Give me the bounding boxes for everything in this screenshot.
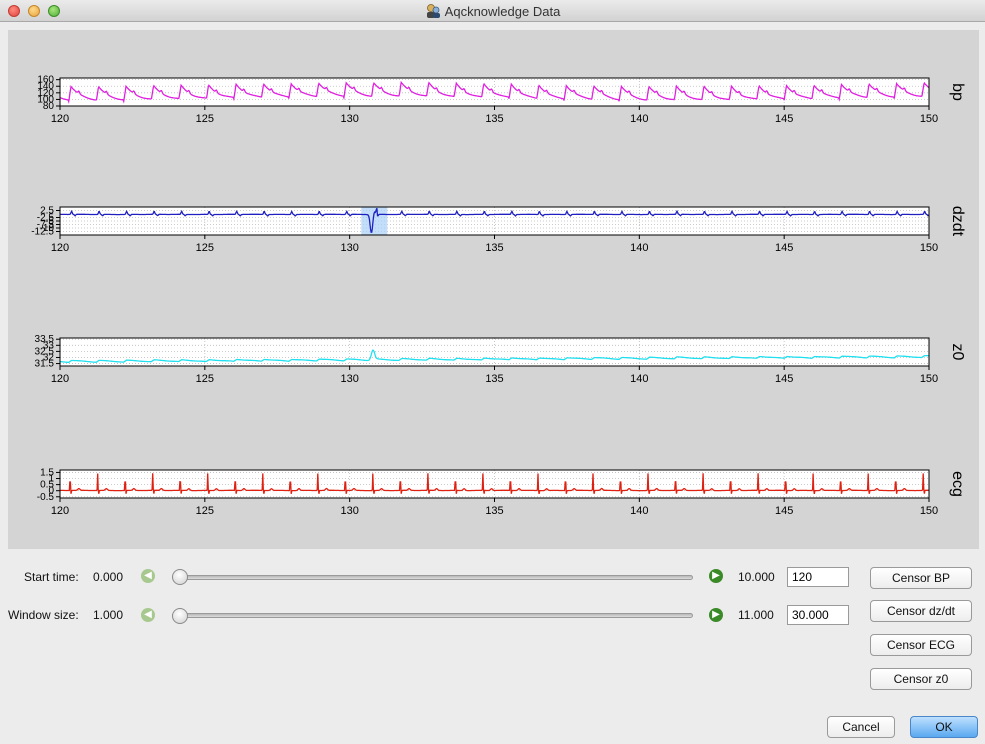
plot-ecg-xtick-label: 145 bbox=[775, 505, 793, 517]
plot-bp-xtick-label: 150 bbox=[920, 113, 938, 125]
plot-z0-xtick-label: 120 bbox=[51, 373, 69, 385]
plot-z0-xtick-label: 150 bbox=[920, 373, 938, 385]
cancel-button[interactable]: Cancel bbox=[827, 716, 895, 738]
censor-ecg-button[interactable]: Censor ECG bbox=[870, 634, 972, 656]
plot-dzdt-xtick-label: 130 bbox=[340, 242, 358, 254]
plot-bp-xtick-label: 145 bbox=[775, 113, 793, 125]
window-size-slider[interactable] bbox=[172, 613, 693, 618]
plot-bp-xtick-label: 140 bbox=[630, 113, 648, 125]
window-size-decrease-icon[interactable]: ◀ bbox=[141, 608, 155, 622]
plot-z0-background bbox=[60, 338, 929, 366]
window-size-increase-icon[interactable]: ▶ bbox=[709, 608, 723, 622]
start-time-label: Start time: bbox=[24, 570, 79, 584]
window-size-slider-knob[interactable] bbox=[172, 608, 188, 624]
plot-z0-xtick-label: 145 bbox=[775, 373, 793, 385]
plot-bp-xtick-label: 135 bbox=[485, 113, 503, 125]
plot-z0-xtick-label: 130 bbox=[340, 373, 358, 385]
censor-dzdt-button[interactable]: Censor dz/dt bbox=[870, 600, 972, 622]
plot-bp-xtick-label: 130 bbox=[340, 113, 358, 125]
ok-button[interactable]: OK bbox=[910, 716, 978, 738]
plot-dzdt-xtick-label: 150 bbox=[920, 242, 938, 254]
plot-dzdt-xtick-label: 125 bbox=[196, 242, 214, 254]
start-time-min: 0.000 bbox=[93, 570, 124, 584]
plot-ecg-xtick-label: 120 bbox=[51, 505, 69, 517]
plot-z0-xtick-label: 125 bbox=[196, 373, 214, 385]
start-time-max: 10.000 bbox=[738, 570, 775, 584]
start-time-slider-knob[interactable] bbox=[172, 569, 188, 585]
plot-dzdt-xtick-label: 145 bbox=[775, 242, 793, 254]
plot-z0-ytick-label: 31.5 bbox=[35, 359, 55, 370]
plot-ecg-xtick-label: 140 bbox=[630, 505, 648, 517]
plot-dzdt-xtick-label: 135 bbox=[485, 242, 503, 254]
plot-ecg-xtick-label: 150 bbox=[920, 505, 938, 517]
censor-bp-button[interactable]: Censor BP bbox=[870, 567, 972, 589]
plot-dzdt-channel-label: dzdt bbox=[949, 206, 966, 237]
plot-bp-ytick-label: 80 bbox=[43, 101, 55, 112]
title-bar: Aqcknowledge Data bbox=[0, 0, 985, 22]
plot-z0-channel-label: z0 bbox=[949, 344, 966, 361]
app-icon bbox=[426, 4, 440, 18]
window-size-max: 11.000 bbox=[738, 608, 774, 622]
window-size-label: Window size: bbox=[8, 608, 79, 622]
plot-ecg-ytick-label: -0.5 bbox=[37, 492, 55, 503]
window-size-input[interactable] bbox=[787, 605, 849, 625]
plot-ecg-xtick-label: 125 bbox=[196, 505, 214, 517]
plot-bp-channel-label: bp bbox=[949, 83, 966, 101]
plot-ecg-channel-label: ecg bbox=[949, 471, 966, 497]
plot-bp-xtick-label: 120 bbox=[51, 113, 69, 125]
window-size-min: 1.000 bbox=[93, 608, 124, 622]
window-title: Aqcknowledge Data bbox=[444, 3, 561, 19]
plot-ecg-background bbox=[60, 470, 929, 498]
plot-z0-xtick-label: 135 bbox=[485, 373, 503, 385]
start-time-increase-icon[interactable]: ▶ bbox=[709, 569, 723, 583]
plot-dzdt-xtick-label: 120 bbox=[51, 242, 69, 254]
plot-bp-xtick-label: 125 bbox=[196, 113, 214, 125]
plot-ecg-xtick-label: 130 bbox=[340, 505, 358, 517]
plot-z0-xtick-label: 140 bbox=[630, 373, 648, 385]
start-time-slider[interactable] bbox=[172, 575, 693, 580]
start-time-input[interactable] bbox=[787, 567, 849, 587]
plot-ecg-xtick-label: 135 bbox=[485, 505, 503, 517]
start-time-decrease-icon[interactable]: ◀ bbox=[141, 569, 155, 583]
signal-plots[interactable]: 120 125 130 135 140 145 15016014012010080bp120… bbox=[8, 30, 979, 549]
plot-dzdt-ytick-label: -12.5 bbox=[31, 227, 54, 238]
plot-dzdt-xtick-label: 140 bbox=[630, 242, 648, 254]
plot-area[interactable]: 120 125 130 135 140 145 150 160 140 120 100 80 bp 120… bbox=[8, 30, 979, 549]
censor-z0-button[interactable]: Censor z0 bbox=[870, 668, 972, 690]
